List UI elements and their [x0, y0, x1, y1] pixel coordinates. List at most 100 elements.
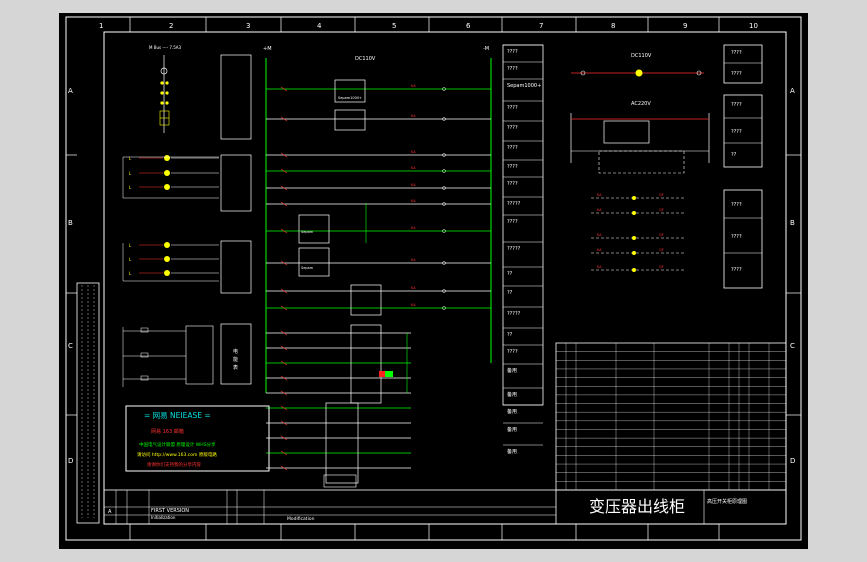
- signal-label: ????: [507, 164, 518, 170]
- svg-text:KA: KA: [597, 193, 602, 197]
- column-label: 2: [169, 22, 173, 30]
- signal-label: ????: [507, 219, 518, 225]
- svg-text:KA: KA: [411, 183, 416, 187]
- row-label: C: [68, 342, 73, 350]
- dc-control-circuit: +M -M DC110V KA KA KA KA KA KA KA KA KA KA Sepam1…: [263, 46, 492, 488]
- column-label: 9: [683, 22, 687, 30]
- signal-label: 备用: [507, 408, 517, 415]
- svg-text:能: 能: [233, 356, 238, 363]
- title-block[interactable]: A FIRST VERSION Initialization Modificat…: [103, 489, 787, 525]
- panel-label: ????: [731, 234, 742, 240]
- svg-text:电: 电: [233, 348, 238, 355]
- panel-label: ????: [731, 202, 742, 208]
- signal-label: ?????: [507, 201, 521, 207]
- lamp-icon: [635, 69, 643, 77]
- column-label: 5: [392, 22, 396, 30]
- svg-text:-M: -M: [483, 46, 489, 52]
- svg-text:DC110V: DC110V: [355, 56, 376, 62]
- column-label: 6: [466, 22, 471, 30]
- signal-label: 备用: [507, 391, 517, 398]
- svg-text:谢谢你们支持我的分享内容: 谢谢你们支持我的分享内容: [147, 461, 201, 468]
- svg-text:Initialization: Initialization: [151, 515, 176, 520]
- column-label: 1: [99, 22, 103, 30]
- svg-text:QF: QF: [659, 193, 664, 197]
- svg-text:KA: KA: [597, 265, 602, 269]
- row-label: A: [68, 87, 73, 95]
- svg-text:L: L: [129, 257, 132, 262]
- bom-table: [555, 342, 787, 491]
- row-label: D: [790, 457, 795, 465]
- ct-coil-icon: [160, 81, 164, 85]
- row-grid: [66, 154, 801, 416]
- terminal-blocks: 电 能 表: [122, 54, 252, 387]
- svg-text:Sepam: Sepam: [301, 266, 314, 270]
- signal-label: ????: [507, 145, 518, 151]
- signal-label: ??: [507, 290, 513, 296]
- row-label: C: [790, 342, 795, 350]
- svg-text:表: 表: [233, 364, 238, 371]
- svg-text:KA: KA: [411, 199, 416, 203]
- svg-text:QF: QF: [659, 248, 664, 252]
- column-label: 4: [317, 22, 322, 30]
- svg-text:KA: KA: [411, 226, 416, 230]
- column-label: 10: [749, 22, 758, 30]
- svg-text:KA: KA: [411, 84, 416, 88]
- svg-text:网易 163 邮箱: 网易 163 邮箱: [151, 428, 184, 435]
- svg-text:+M: +M: [263, 46, 272, 52]
- svg-text:QF: QF: [659, 208, 664, 212]
- svg-text:L: L: [129, 171, 132, 176]
- svg-text:KA: KA: [411, 150, 416, 154]
- right-label-panels: ??????????????????????????????: [723, 44, 763, 289]
- svg-text:L: L: [129, 271, 132, 276]
- signal-label: ??: [507, 332, 513, 338]
- signal-label: ????: [507, 66, 518, 72]
- panel-label: ????: [731, 267, 742, 273]
- signal-label: ????: [507, 349, 518, 355]
- cad-viewport[interactable]: M Bus ---- 7.5A3 LLLLLL 电 能 表 +M -M DC11…: [59, 13, 808, 549]
- signal-label: 备用: [507, 426, 517, 433]
- drawing-frame: [65, 16, 802, 541]
- svg-text:Modification: Modification: [287, 516, 315, 522]
- svg-text:L: L: [129, 185, 132, 190]
- svg-text:KA: KA: [411, 114, 416, 118]
- row-label: A: [790, 87, 795, 95]
- svg-text:A: A: [108, 509, 112, 515]
- signal-label: ?????: [507, 246, 521, 252]
- schematic-drawing: M Bus ---- 7.5A3 LLLLLL 电 能 表 +M -M DC11…: [65, 16, 802, 541]
- row-label: B: [790, 219, 795, 227]
- svg-text:Sepam: Sepam: [301, 230, 314, 234]
- svg-text:KA: KA: [411, 258, 416, 262]
- panel-label: ????: [731, 50, 742, 56]
- svg-text:中国电气设计联盟 原理设计 WHS分享: 中国电气设计联盟 原理设计 WHS分享: [139, 441, 216, 448]
- svg-text:DC110V: DC110V: [631, 53, 652, 59]
- pt-ct-section: M Bus ---- 7.5A3 LLLLLL: [122, 45, 219, 282]
- svg-text:高压开关柜原理图: 高压开关柜原理图: [707, 498, 747, 505]
- inner-frame: [103, 31, 787, 525]
- svg-text:QF: QF: [659, 265, 664, 269]
- svg-text:L: L: [129, 243, 132, 248]
- svg-text:KA: KA: [411, 286, 416, 290]
- drawing-title: 变压器出线柜: [589, 497, 685, 516]
- signal-label: 备用: [507, 367, 517, 374]
- right-control-circuit: DC110V AC220V KA QF KA QF KA QF KA QF KA QF: [570, 53, 710, 272]
- signal-label: ????: [507, 49, 518, 55]
- panel-label: ??: [731, 152, 737, 158]
- svg-text:KA: KA: [597, 208, 602, 212]
- column-label: 7: [539, 22, 543, 30]
- signal-label: ????: [507, 181, 518, 187]
- signal-label-column: ???????? Sepam1000+??????????????????????…: [502, 44, 544, 455]
- row-label: D: [68, 457, 73, 465]
- column-label: 3: [246, 22, 250, 30]
- svg-text:AC220V: AC220V: [631, 101, 651, 107]
- svg-text:请访问 http://www.163.com 原版电路: 请访问 http://www.163.com 原版电路: [137, 451, 217, 458]
- signal-label: ?????: [507, 311, 521, 317]
- signal-label: ????: [507, 125, 518, 131]
- svg-text:KA: KA: [411, 303, 416, 307]
- signal-label: Sepam1000+: [507, 83, 541, 89]
- column-label: 8: [611, 22, 615, 30]
- panel-label: ????: [731, 71, 742, 77]
- watermark-box: = 网易 NEIEASE = 网易 163 邮箱 中国电气设计联盟 原理设计 W…: [125, 405, 270, 472]
- svg-text:KA: KA: [411, 166, 416, 170]
- panel-label: ????: [731, 129, 742, 135]
- svg-text:QF: QF: [659, 233, 664, 237]
